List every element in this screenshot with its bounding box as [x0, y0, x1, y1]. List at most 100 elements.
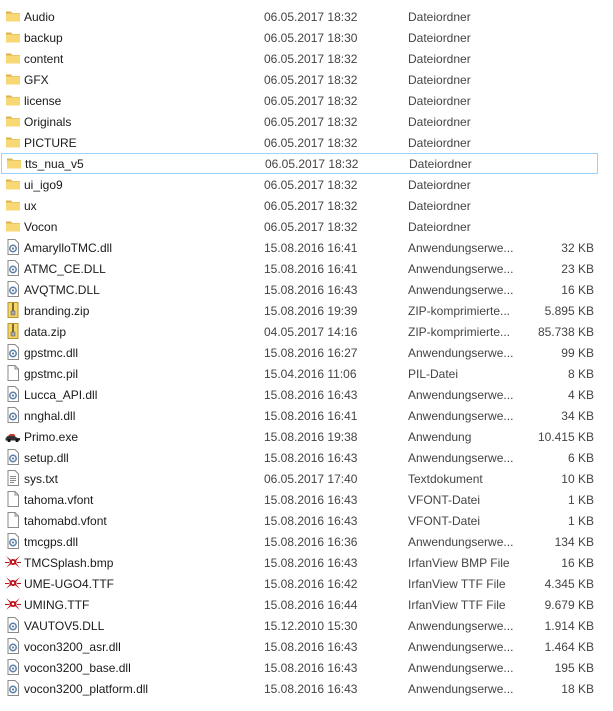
car-icon — [5, 428, 21, 444]
file-row[interactable]: ux 06.05.2017 18:32 Dateiordner — [0, 195, 613, 216]
file-type: Anwendungserwe... — [408, 661, 514, 675]
file-row[interactable]: license 06.05.2017 18:32 Dateiordner — [0, 90, 613, 111]
file-date: 15.08.2016 16:43 — [264, 514, 358, 528]
file-size: 16 KB — [561, 283, 594, 297]
file-row[interactable]: Vocon 06.05.2017 18:32 Dateiordner — [0, 216, 613, 237]
file-date: 15.08.2016 16:41 — [264, 409, 358, 423]
file-row[interactable]: setup.dll 15.08.2016 16:43 Anwendungserwe.… — [0, 447, 613, 468]
file-type: ZIP-komprimierte... — [408, 325, 511, 339]
file-size: 1.914 KB — [544, 619, 594, 633]
file-name: tahoma.vfont — [24, 493, 94, 507]
file-size: 134 KB — [554, 535, 594, 549]
file-type: VFONT-Datei — [408, 493, 481, 507]
file-type: Anwendungserwe... — [408, 388, 514, 402]
file-name: UMING.TTF — [24, 598, 90, 612]
file-date: 15.08.2016 16:43 — [264, 661, 358, 675]
file-name: gpstmc.dll — [24, 346, 79, 360]
file-date: 15.08.2016 19:38 — [264, 430, 358, 444]
file-date: 15.08.2016 16:43 — [264, 556, 358, 570]
file-name: Originals — [24, 115, 72, 129]
file-name: TMCSplash.bmp — [24, 556, 114, 570]
file-type: Anwendungserwe... — [408, 619, 514, 633]
file-type: Anwendungserwe... — [408, 682, 514, 696]
file-name: PICTURE — [24, 136, 77, 150]
file-date: 06.05.2017 18:32 — [264, 52, 358, 66]
file-name: vocon3200_asr.dll — [24, 640, 121, 654]
file-type: Anwendungserwe... — [408, 241, 514, 255]
file-row[interactable]: data.zip 04.05.2017 14:16 ZIP-komprimierte… — [0, 321, 613, 342]
file-row[interactable]: PICTURE 06.05.2017 18:32 Dateiordner — [0, 132, 613, 153]
file-date: 15.08.2016 16:41 — [264, 241, 358, 255]
file-name: content — [24, 52, 64, 66]
file-row[interactable]: gpstmc.dll 15.08.2016 16:27 Anwendungserwe… — [0, 342, 613, 363]
file-row[interactable]: UMING.TTF 15.08.2016 16:44 IrfanView TTF F… — [0, 594, 613, 615]
file-date: 06.05.2017 18:32 — [264, 199, 358, 213]
file-type: Dateiordner — [408, 220, 471, 234]
file-name: nnghal.dll — [24, 409, 76, 423]
file-date: 06.05.2017 18:32 — [264, 115, 358, 129]
dll-icon — [5, 281, 21, 297]
file-row[interactable]: sys.txt 06.05.2017 17:40 Textdokument 10 KB — [0, 468, 613, 489]
file-name: backup — [24, 31, 63, 45]
file-row[interactable]: AmarylloTMC.dll 15.08.2016 16:41 Anwendung… — [0, 237, 613, 258]
file-row[interactable]: GFX 06.05.2017 18:32 Dateiordner — [0, 69, 613, 90]
file-row[interactable]: backup 06.05.2017 18:30 Dateiordner — [0, 27, 613, 48]
file-row[interactable]: nnghal.dll 15.08.2016 16:41 Anwendungserwe… — [0, 405, 613, 426]
file-size: 16 KB — [561, 556, 594, 570]
file-type: Anwendungserwe... — [408, 535, 514, 549]
folder-icon — [5, 134, 21, 150]
file-date: 15.08.2016 16:43 — [264, 451, 358, 465]
file-size: 1 KB — [567, 514, 594, 528]
file-name: GFX — [24, 73, 49, 87]
file-date: 06.05.2017 18:32 — [264, 220, 358, 234]
file-name: AVQTMC.DLL — [24, 283, 100, 297]
file-type: Anwendungserwe... — [408, 346, 514, 360]
irfanview-icon — [5, 554, 21, 570]
file-row[interactable]: gpstmc.pil 15.04.2016 11:06 PIL-Datei 8 KB — [0, 363, 613, 384]
file-size: 4 KB — [567, 388, 594, 402]
file-icon — [5, 491, 21, 507]
file-row[interactable]: content 06.05.2017 18:32 Dateiordner — [0, 48, 613, 69]
file-row[interactable]: ATMC_CE.DLL 15.08.2016 16:41 Anwendungserw… — [0, 258, 613, 279]
folder-icon — [5, 218, 21, 234]
file-date: 15.04.2016 11:06 — [264, 367, 357, 381]
folder-icon — [5, 8, 21, 24]
file-row[interactable]: Originals 06.05.2017 18:32 Dateiordner — [0, 111, 613, 132]
file-name: ui_igo9 — [24, 178, 63, 192]
file-row[interactable]: Audio 06.05.2017 18:32 Dateiordner — [0, 6, 613, 27]
file-size: 10.415 KB — [537, 430, 594, 444]
file-size: 1 KB — [567, 493, 594, 507]
file-name: Lucca_API.dll — [24, 388, 98, 402]
file-row[interactable]: tahomabd.vfont 15.08.2016 16:43 VFONT-Date… — [0, 510, 613, 531]
file-date: 15.08.2016 16:41 — [264, 262, 358, 276]
file-row[interactable]: ui_igo9 06.05.2017 18:32 Dateiordner — [0, 174, 613, 195]
file-row[interactable]: vocon3200_platform.dll 15.08.2016 16:43 An… — [0, 678, 613, 699]
text-file-icon — [5, 470, 21, 486]
file-type: Dateiordner — [408, 73, 471, 87]
file-row[interactable]: vocon3200_base.dll 15.08.2016 16:43 Anwend… — [0, 657, 613, 678]
dll-icon — [5, 533, 21, 549]
file-row[interactable]: AVQTMC.DLL 15.08.2016 16:43 Anwendungserwe… — [0, 279, 613, 300]
file-row[interactable]: Lucca_API.dll 15.08.2016 16:43 Anwendungse… — [0, 384, 613, 405]
file-row[interactable]: tahoma.vfont 15.08.2016 16:43 VFONT-Datei 1… — [0, 489, 613, 510]
file-row[interactable]: Primo.exe 15.08.2016 19:38 Anwendung 10.415… — [0, 426, 613, 447]
file-type: Anwendungserwe... — [408, 409, 514, 423]
dll-icon — [5, 239, 21, 255]
file-type: PIL-Datei — [408, 367, 459, 381]
file-row[interactable]: tmcgps.dll 15.08.2016 16:36 Anwendungserwe… — [0, 531, 613, 552]
file-type: Dateiordner — [409, 157, 472, 171]
file-row[interactable]: tts_nua_v5 06.05.2017 18:32 Dateiordner — [1, 153, 598, 174]
file-type: Dateiordner — [408, 136, 471, 150]
folder-icon — [6, 155, 22, 171]
file-row[interactable]: branding.zip 15.08.2016 19:39 ZIP-komprimi… — [0, 300, 613, 321]
file-row[interactable]: UME-UGO4.TTF 15.08.2016 16:42 IrfanView TT… — [0, 573, 613, 594]
file-row[interactable]: TMCSplash.bmp 15.08.2016 16:43 IrfanView B… — [0, 552, 613, 573]
file-date: 15.08.2016 16:43 — [264, 682, 358, 696]
file-row[interactable]: VAUTOV5.DLL 15.12.2010 15:30 Anwendungserw… — [0, 615, 613, 636]
file-list[interactable]: Audio 06.05.2017 18:32 Dateiordner backup 06… — [0, 0, 613, 711]
file-name: data.zip — [24, 325, 67, 339]
file-name: vocon3200_platform.dll — [24, 682, 149, 696]
file-type: Anwendung — [408, 430, 472, 444]
file-row[interactable]: vocon3200_asr.dll 15.08.2016 16:43 Anwendu… — [0, 636, 613, 657]
file-date: 15.08.2016 16:43 — [264, 493, 358, 507]
